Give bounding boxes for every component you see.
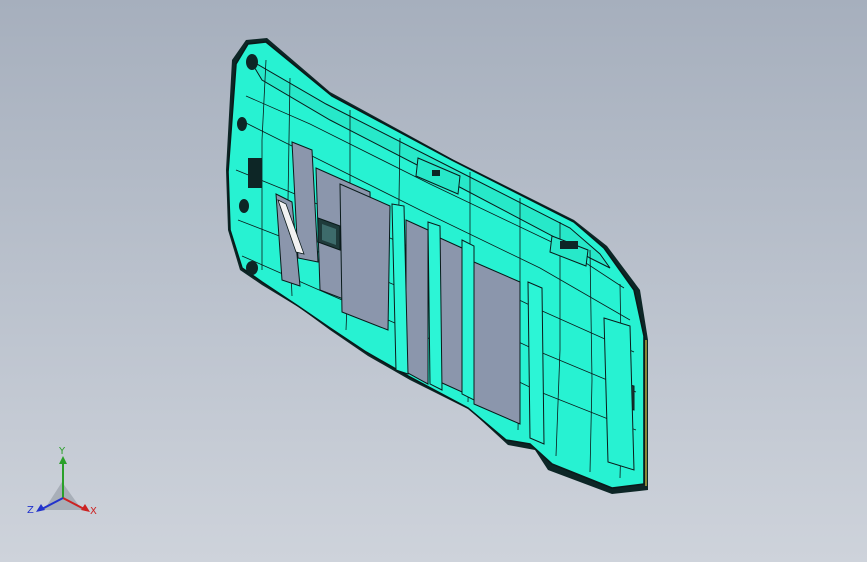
coordinate-triad: Y Z X [26, 446, 106, 524]
panel-d [339, 183, 391, 331]
panel-g [473, 261, 521, 425]
graphics-viewport[interactable]: Y Z X [0, 0, 867, 562]
z-axis-arrow [36, 504, 45, 512]
z-axis-label: Z [27, 505, 34, 516]
panel-f [439, 237, 463, 393]
rear-tab [603, 317, 635, 471]
y-axis-label: Y [59, 446, 66, 457]
cad-model[interactable] [0, 0, 867, 562]
y-axis-arrow [59, 456, 67, 464]
x-axis-arrow [81, 504, 90, 512]
panel-e [405, 219, 429, 385]
x-axis-label: X [90, 506, 97, 517]
